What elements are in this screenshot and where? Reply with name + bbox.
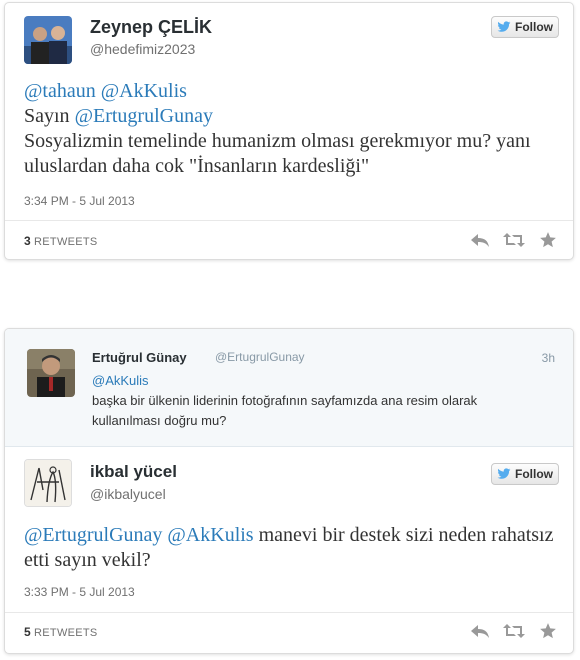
quoted-body: başka bir ülkenin liderinin fotoğrafının… xyxy=(92,393,478,428)
retweet-stats[interactable]: 3 RETWEETS xyxy=(24,234,98,248)
favorite-icon[interactable] xyxy=(537,231,559,249)
follow-button[interactable]: Follow xyxy=(491,16,559,38)
quoted-time[interactable]: 3h xyxy=(542,351,555,365)
quoted-text: @AkKulis başka bir ülkenin liderinin fot… xyxy=(92,371,532,431)
quoted-user-handle[interactable]: @ErtugrulGunay xyxy=(215,350,305,364)
tweet-text-prefix: Sayın xyxy=(24,105,75,127)
tweet-text: @ErtugrulGunay @AkKulis manevi bir deste… xyxy=(24,523,564,573)
user-handle[interactable]: @ikbalyucel xyxy=(90,486,166,502)
user-handle[interactable]: @hedefimiz2023 xyxy=(90,41,195,57)
divider xyxy=(5,220,573,221)
retweet-icon[interactable] xyxy=(503,231,525,249)
retweets-label: RETWEETS xyxy=(34,627,98,639)
retweet-count: 3 xyxy=(24,234,31,248)
retweets-label: RETWEETS xyxy=(34,236,98,248)
in-reply-to-tweet[interactable]: Ertuğrul Günay @ErtugrulGunay 3h @AkKuli… xyxy=(5,329,573,447)
follow-label: Follow xyxy=(515,20,553,34)
avatar[interactable] xyxy=(24,16,72,64)
bird-icon xyxy=(497,21,511,32)
mention-link[interactable]: @ErtugrulGunay xyxy=(24,524,162,546)
retweet-icon[interactable] xyxy=(503,622,525,640)
tweet-card-1: Zeynep ÇELİK @hedefimiz2023 Follow @taha… xyxy=(4,2,574,260)
reply-icon[interactable] xyxy=(469,622,491,640)
quoted-user-name[interactable]: Ertuğrul Günay xyxy=(92,350,187,365)
divider xyxy=(5,612,573,613)
retweet-count: 5 xyxy=(24,625,31,639)
user-name[interactable]: ikbal yücel xyxy=(90,462,177,482)
reply-icon[interactable] xyxy=(469,231,491,249)
avatar[interactable] xyxy=(27,349,75,397)
mention-link[interactable]: @AkKulis xyxy=(92,373,149,388)
user-name[interactable]: Zeynep ÇELİK xyxy=(90,17,212,38)
tweet-body: Sosyalizmin temelinde humanizm olması ge… xyxy=(24,130,531,177)
avatar[interactable] xyxy=(24,459,72,507)
follow-label: Follow xyxy=(515,467,553,481)
tweet-text: @tahaun @AkKulis Sayın @ErtugrulGunay So… xyxy=(24,79,564,179)
tweet-actions xyxy=(469,622,559,640)
mention-link[interactable]: @AkKulis xyxy=(167,524,253,546)
mention-link[interactable]: @tahaun xyxy=(24,80,96,102)
tweet-timestamp[interactable]: 3:34 PM - 5 Jul 2013 xyxy=(24,194,135,208)
tweet-card-2: Ertuğrul Günay @ErtugrulGunay 3h @AkKuli… xyxy=(4,328,574,654)
favorite-icon[interactable] xyxy=(537,622,559,640)
mention-link[interactable]: @ErtugrulGunay xyxy=(75,105,213,127)
bird-icon xyxy=(497,468,511,479)
tweet-actions xyxy=(469,231,559,249)
retweet-stats[interactable]: 5 RETWEETS xyxy=(24,625,98,639)
follow-button[interactable]: Follow xyxy=(491,463,559,485)
mention-link[interactable]: @AkKulis xyxy=(101,80,187,102)
tweet-timestamp[interactable]: 3:33 PM - 5 Jul 2013 xyxy=(24,585,135,599)
